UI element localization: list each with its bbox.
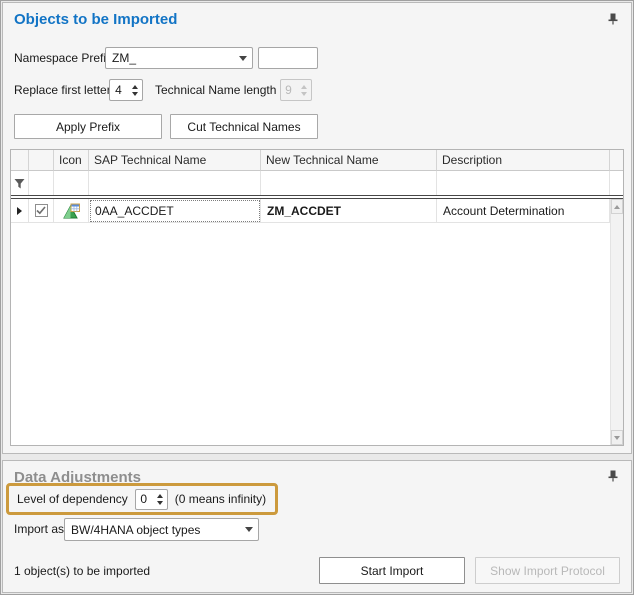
start-import-button[interactable]: Start Import bbox=[319, 557, 465, 584]
import-as-combobox[interactable]: BW/4HANA object types bbox=[64, 518, 259, 541]
cell-description[interactable]: Account Determination bbox=[437, 199, 610, 223]
objects-grid: Icon SAP Technical Name New Technical Na… bbox=[10, 149, 624, 446]
cell-sap-technical-name[interactable]: 0AA_ACCDET bbox=[89, 199, 261, 223]
filter-cell bbox=[610, 171, 623, 195]
spin-up-icon bbox=[301, 85, 307, 89]
level-of-dependency-hint: (0 means infinity) bbox=[175, 492, 266, 506]
column-header-sap-technical-name[interactable]: SAP Technical Name bbox=[89, 150, 261, 171]
level-of-dependency-spinner[interactable]: 0 bbox=[135, 489, 168, 510]
column-header-spacer bbox=[610, 150, 623, 171]
scroll-down-button[interactable] bbox=[611, 430, 623, 445]
technical-name-length-label: Technical Name length bbox=[155, 79, 276, 101]
apply-prefix-button[interactable]: Apply Prefix bbox=[14, 114, 162, 139]
spin-down-icon[interactable] bbox=[132, 92, 138, 96]
row-checkbox[interactable] bbox=[35, 204, 48, 217]
spin-down-icon[interactable] bbox=[157, 501, 163, 505]
filter-cell[interactable] bbox=[261, 171, 437, 195]
data-adjustments-panel: Data Adjustments Level of dependency 0 (… bbox=[2, 460, 632, 593]
import-as-label: Import as bbox=[14, 518, 64, 540]
status-text: 1 object(s) to be imported bbox=[14, 564, 150, 578]
replace-first-letters-value: 4 bbox=[110, 80, 128, 100]
cell-new-technical-name[interactable]: ZM_ACCDET bbox=[261, 199, 437, 223]
pin-icon[interactable] bbox=[608, 470, 618, 482]
namespace-prefix-combobox[interactable]: ZM_ bbox=[105, 47, 253, 69]
objects-to-be-imported-panel: Objects to be Imported Namespace Prefix … bbox=[2, 2, 632, 454]
grid-header-row: Icon SAP Technical Name New Technical Na… bbox=[11, 150, 623, 171]
scroll-up-icon bbox=[614, 205, 620, 209]
spin-up-icon[interactable] bbox=[157, 494, 163, 498]
scroll-down-icon bbox=[614, 436, 620, 440]
import-as-value: BW/4HANA object types bbox=[65, 523, 240, 537]
filter-cell[interactable] bbox=[29, 171, 54, 195]
check-icon bbox=[36, 206, 46, 215]
show-import-protocol-button: Show Import Protocol bbox=[475, 557, 620, 584]
namespace-prefix-label: Namespace Prefix bbox=[14, 47, 112, 69]
chevron-down-icon[interactable] bbox=[240, 527, 258, 532]
filter-cell[interactable] bbox=[89, 171, 261, 195]
vertical-scrollbar[interactable] bbox=[610, 199, 623, 445]
column-header-checkbox[interactable] bbox=[29, 150, 54, 171]
technical-name-length-spinner: 9 bbox=[280, 79, 312, 101]
panel-title: Objects to be Imported bbox=[14, 11, 177, 28]
level-of-dependency-highlight: Level of dependency 0 (0 means infinity) bbox=[6, 483, 278, 515]
column-header-icon[interactable]: Icon bbox=[54, 150, 89, 171]
column-header-new-technical-name[interactable]: New Technical Name bbox=[261, 150, 437, 171]
row-indicator-icon bbox=[17, 207, 22, 215]
column-header-description[interactable]: Description bbox=[437, 150, 610, 171]
chevron-down-icon[interactable] bbox=[234, 56, 252, 61]
scroll-up-button[interactable] bbox=[611, 199, 623, 214]
spin-down-icon bbox=[301, 92, 307, 96]
bw-infoobject-icon bbox=[63, 203, 80, 219]
replace-first-letters-spinner[interactable]: 4 bbox=[109, 79, 143, 101]
technical-name-length-value: 9 bbox=[281, 80, 297, 100]
namespace-prefix-value: ZM_ bbox=[106, 51, 234, 65]
table-row[interactable]: 0AA_ACCDET ZM_ACCDET Account Determinati… bbox=[11, 199, 623, 223]
replace-first-letters-label: Replace first letters bbox=[14, 79, 117, 101]
column-header-indicator[interactable] bbox=[11, 150, 29, 171]
level-of-dependency-label: Level of dependency bbox=[17, 492, 128, 506]
filter-funnel-icon bbox=[14, 178, 25, 189]
pin-icon[interactable] bbox=[608, 13, 618, 25]
namespace-suffix-input[interactable] bbox=[258, 47, 318, 69]
cut-technical-names-button[interactable]: Cut Technical Names bbox=[170, 114, 318, 139]
level-of-dependency-value: 0 bbox=[136, 490, 153, 509]
grid-filter-row bbox=[11, 171, 623, 195]
filter-cell[interactable] bbox=[54, 171, 89, 195]
filter-cell[interactable] bbox=[437, 171, 610, 195]
import-dialog: Objects to be Imported Namespace Prefix … bbox=[0, 0, 634, 595]
spin-up-icon[interactable] bbox=[132, 85, 138, 89]
